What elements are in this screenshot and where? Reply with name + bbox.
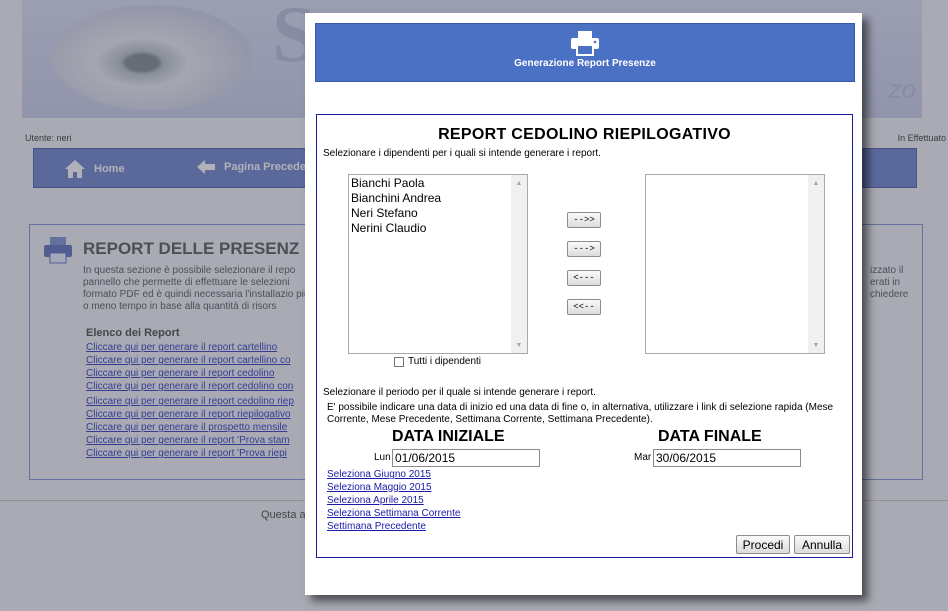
all-employees-checkbox[interactable] (394, 356, 404, 367)
quick-link-may[interactable]: Seleziona Maggio 2015 (327, 481, 460, 494)
all-employees-label: Tutti i dipendenti (408, 356, 482, 367)
proceed-button[interactable]: Procedi (736, 535, 790, 554)
quick-select-links: Seleziona Giugno 2015 Seleziona Maggio 2… (327, 468, 460, 533)
quick-link-previous-week[interactable]: Settimana Precedente (327, 520, 460, 533)
employee-option[interactable]: Nerini Claudio (351, 221, 441, 236)
add-selected-button[interactable]: ---> (567, 241, 601, 257)
add-all-button[interactable]: -->> (567, 212, 601, 228)
end-date-heading: DATA FINALE (658, 428, 762, 445)
printer-icon (571, 31, 599, 56)
quick-link-april[interactable]: Seleziona Aprile 2015 (327, 494, 460, 507)
quick-link-current-week[interactable]: Seleziona Settimana Corrente (327, 507, 460, 520)
period-hint: Selezionare il periodo per il quale si i… (323, 387, 596, 398)
report-title: REPORT CEDOLINO RIEPILOGATIVO (438, 126, 731, 143)
modal-title: Generazione Report Presenze (514, 58, 656, 69)
employee-option[interactable]: Bianchi Paola (351, 176, 441, 191)
end-day-label: Mar (634, 452, 652, 463)
quick-link-june[interactable]: Seleziona Giugno 2015 (327, 468, 460, 481)
start-date-input[interactable]: 01/06/2015 (392, 449, 540, 467)
available-employees-list[interactable]: Bianchi Paola Bianchini Andrea Neri Stef… (348, 174, 528, 354)
end-date-input[interactable]: 30/06/2015 (653, 449, 801, 467)
start-day-label: Lun (374, 452, 391, 463)
employee-option[interactable]: Bianchini Andrea (351, 191, 441, 206)
scroll-down-icon[interactable]: ▼ (808, 337, 824, 353)
selected-employees-list[interactable]: ▲ ▼ (645, 174, 825, 354)
employee-option[interactable]: Neri Stefano (351, 206, 441, 221)
scroll-up-icon[interactable]: ▲ (808, 175, 824, 191)
start-date-heading: DATA INIZIALE (392, 428, 505, 445)
scroll-up-icon[interactable]: ▲ (511, 175, 527, 191)
period-description: E' possibile indicare una data di inizio… (327, 402, 834, 425)
modal-header: Generazione Report Presenze (315, 23, 855, 82)
report-form: REPORT CEDOLINO RIEPILOGATIVO Selezionar… (316, 114, 853, 558)
scroll-down-icon[interactable]: ▼ (511, 337, 527, 353)
remove-selected-button[interactable]: <--- (567, 270, 601, 286)
all-employees-option[interactable]: Tutti i dipendenti (394, 356, 481, 367)
employee-select-hint: Selezionare i dipendenti per i quali si … (323, 148, 601, 159)
remove-all-button[interactable]: <<-- (567, 299, 601, 315)
list-scrollbar[interactable]: ▲ ▼ (808, 175, 824, 353)
cancel-button[interactable]: Annulla (794, 535, 850, 554)
list-scrollbar[interactable]: ▲ ▼ (511, 175, 527, 353)
report-modal: Generazione Report Presenze REPORT CEDOL… (305, 13, 862, 595)
